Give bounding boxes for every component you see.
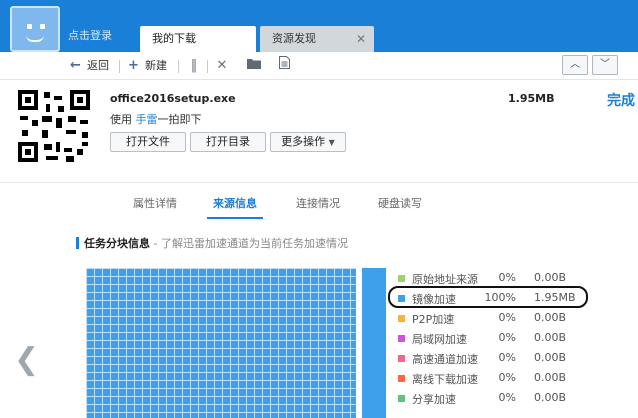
avatar-eye-left <box>27 24 32 29</box>
legend-percent: 0% <box>498 351 516 364</box>
file-size: 1.95MB <box>508 92 555 105</box>
open-directory-button[interactable]: 打开目录 <box>190 132 266 152</box>
legend-name: 离线下载加速 <box>412 373 478 386</box>
legend-swatch <box>398 375 405 382</box>
open-file-button[interactable]: 打开文件 <box>110 132 186 152</box>
chevron-left-icon[interactable]: ❮ <box>14 342 39 377</box>
scroll-down-button[interactable]: ﹀ <box>592 55 618 75</box>
legend-name: 高速通道加速 <box>412 353 478 366</box>
toolbar-divider <box>119 60 120 73</box>
active-tab-indicator <box>207 217 263 219</box>
mobile-download-hint: 使用 手雷一拍即下 <box>110 111 202 127</box>
legend-percent: 0% <box>498 391 516 404</box>
pause-icon[interactable]: ‖ <box>186 56 202 76</box>
legend-row: P2P加速 0% 0.00B <box>394 311 594 331</box>
avatar-mouth <box>26 35 44 42</box>
folder-icon[interactable] <box>246 56 262 76</box>
toolbar-divider <box>207 60 208 73</box>
toolbar: ← 返回 + 新建 ‖ ✕ ︿ ﹀ <box>0 52 638 80</box>
legend-row: 局域网加速 0% 0.00B <box>394 331 594 351</box>
legend-row: 高速通道加速 0% 0.00B <box>394 351 594 371</box>
legend-percent: 0% <box>498 311 516 324</box>
qr-code <box>18 90 90 162</box>
top-bar: 点击登录 我的下载 资源发现 ✕ <box>0 0 638 52</box>
legend-size: 0.00B <box>534 331 567 344</box>
legend-size: 0.00B <box>534 391 567 404</box>
legend-name: 分享加速 <box>412 393 456 406</box>
legend-row: 离线下载加速 0% 0.00B <box>394 371 594 391</box>
highlight-annotation <box>388 286 588 308</box>
legend-row: 分享加速 0% 0.00B <box>394 391 594 411</box>
more-actions-button[interactable]: 更多操作 ▼ <box>270 132 346 152</box>
login-link[interactable]: 点击登录 <box>68 27 112 43</box>
avatar[interactable] <box>10 6 60 52</box>
tab-disk-io[interactable]: 硬盘读写 <box>378 195 422 211</box>
tab-my-downloads[interactable]: 我的下载 <box>140 26 256 52</box>
folder-shape <box>247 59 261 69</box>
legend-swatch <box>398 315 405 322</box>
legend-size: 0.00B <box>534 311 567 324</box>
legend-size: 0.00B <box>534 271 567 284</box>
legend-swatch <box>398 355 405 362</box>
tab-label: 我的下载 <box>152 32 196 45</box>
chevron-down-icon: ﹀ <box>600 59 610 70</box>
more-actions-label: 更多操作 <box>281 135 326 148</box>
status-badge: 完成 <box>607 93 635 109</box>
block-map <box>86 268 356 418</box>
legend-name: P2P加速 <box>412 313 455 326</box>
block-legend-bar <box>362 268 386 418</box>
section-description: - 了解迅雷加速通道为当前任务加速情况 <box>150 237 348 250</box>
legend-swatch <box>398 335 405 342</box>
new-button[interactable]: + 新建 <box>128 56 167 76</box>
download-manager-window: 点击登录 我的下载 资源发现 ✕ ← 返回 + 新建 ‖ ✕ ︿ ﹀ offic… <box>0 0 638 418</box>
tab-label: 资源发现 <box>272 32 316 45</box>
file-shape <box>278 56 290 69</box>
file-icon[interactable] <box>276 56 292 76</box>
chevron-up-icon: ︿ <box>570 59 580 70</box>
legend-name: 局域网加速 <box>412 333 467 346</box>
new-label: 新建 <box>145 59 167 72</box>
mobile-suffix: 一拍即下 <box>157 113 202 126</box>
section-accent-bar <box>76 237 79 249</box>
section-title: 任务分块信息 <box>84 237 150 250</box>
legend-swatch <box>398 275 405 282</box>
legend-percent: 0% <box>498 331 516 344</box>
chevron-down-icon: ▼ <box>328 138 335 147</box>
detail-tabs: 属性详情 来源信息 连接情况 硬盘读写 <box>0 182 638 220</box>
close-icon[interactable]: ✕ <box>356 26 366 52</box>
scroll-up-button[interactable]: ︿ <box>562 55 588 75</box>
legend-size: 0.00B <box>534 351 567 364</box>
tab-connections[interactable]: 连接情况 <box>296 195 340 211</box>
mobile-app-link[interactable]: 手雷 <box>136 113 158 126</box>
legend-percent: 0% <box>498 371 516 384</box>
legend-percent: 0% <box>498 271 516 284</box>
legend-size: 0.00B <box>534 371 567 384</box>
section-header: 任务分块信息 - 了解迅雷加速通道为当前任务加速情况 <box>76 235 348 251</box>
back-label: 返回 <box>87 59 109 72</box>
mobile-prefix: 使用 <box>110 113 136 126</box>
arrow-left-icon: ← <box>70 58 81 73</box>
tab-resource-discovery[interactable]: 资源发现 ✕ <box>260 26 374 52</box>
file-name: office2016setup.exe <box>110 92 236 105</box>
avatar-eye-right <box>40 24 45 29</box>
plus-icon: + <box>128 58 139 73</box>
toolbar-divider <box>178 60 179 73</box>
tab-source-info[interactable]: 来源信息 <box>213 195 257 211</box>
legend-swatch <box>398 395 405 402</box>
legend-name: 原始地址来源 <box>412 273 478 286</box>
back-button[interactable]: ← 返回 <box>70 56 109 76</box>
tab-properties[interactable]: 属性详情 <box>133 195 177 211</box>
delete-icon[interactable]: ✕ <box>214 56 230 76</box>
